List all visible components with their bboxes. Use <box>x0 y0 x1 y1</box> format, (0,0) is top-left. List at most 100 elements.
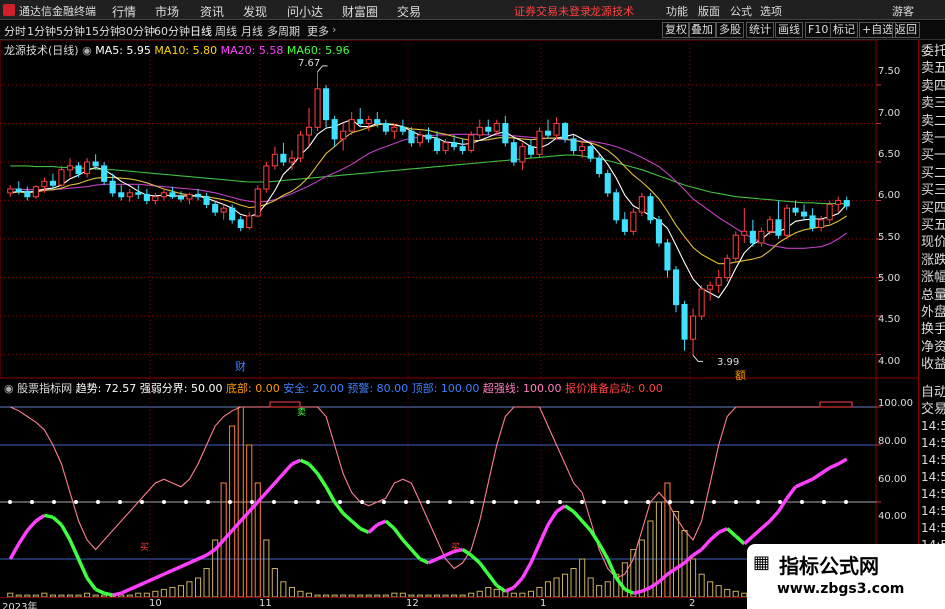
candlestick-series <box>7 71 850 356</box>
candle-body <box>84 161 91 175</box>
overbought-line <box>10 406 847 579</box>
trend-line-segment <box>350 519 362 530</box>
event-marker[interactable]: 额 <box>735 367 746 383</box>
candle-body <box>152 196 159 202</box>
period-60min[interactable]: 60分钟 <box>154 23 190 39</box>
sidebar-label: 卖二 <box>921 113 945 129</box>
midline-dot <box>492 500 496 504</box>
ma60-label: MA60: 5.96 <box>286 44 350 57</box>
btn-f10[interactable]: F10 <box>805 22 832 38</box>
tool-function[interactable]: 功能 <box>666 3 688 19</box>
btn-stats[interactable]: 统计 <box>746 22 774 38</box>
btn-overlay[interactable]: 叠加 <box>688 22 716 38</box>
period-daily[interactable]: 日线 <box>190 23 212 39</box>
menu-ask[interactable]: 问小达 <box>287 3 323 20</box>
candle-body <box>195 193 202 198</box>
indicator-volume-bar <box>160 588 167 597</box>
trend-line-segment <box>743 534 755 546</box>
trend-line-segment <box>734 534 746 546</box>
menu-fortune[interactable]: 财富圈 <box>342 3 378 20</box>
stock-period-label[interactable]: 龙源技术(日线) <box>4 44 79 57</box>
trend-line-segment <box>760 519 772 530</box>
trend-line-segment <box>180 561 191 569</box>
period-timeshare[interactable]: 分时 <box>4 23 26 39</box>
chart-area[interactable] <box>0 40 918 597</box>
candle-body <box>246 215 253 228</box>
indicator-volume-bar <box>263 539 270 597</box>
btn-multi-stock[interactable]: 多股 <box>716 22 744 38</box>
period-more[interactable]: 更多 <box>307 23 329 39</box>
sidebar-label: 卖五 <box>921 61 945 77</box>
candle-body <box>32 186 39 198</box>
candle-body <box>468 134 475 151</box>
guest-label[interactable]: 游客 <box>892 3 914 19</box>
candle-body <box>621 219 628 232</box>
btn-draw[interactable]: 画线 <box>775 22 803 38</box>
trend-line-segment <box>129 584 140 591</box>
period-1min[interactable]: 1分钟 <box>27 23 56 39</box>
btn-adjust[interactable]: 复权 <box>662 22 690 38</box>
tool-options[interactable]: 选项 <box>760 3 782 19</box>
candle-body <box>459 146 466 151</box>
title-bar: 通达信金融终端 行情 市场 资讯 发现 问小达 财富圈 交易 证券交易未登录 龙… <box>0 0 945 20</box>
midline-dot <box>800 500 804 504</box>
trend-line-segment <box>273 472 285 485</box>
indicator-name[interactable]: 股票指标网 <box>17 382 72 395</box>
trend-line-segment <box>666 567 677 576</box>
period-weekly[interactable]: 周线 <box>215 23 237 39</box>
menu-discover[interactable]: 发现 <box>243 3 267 20</box>
candle-body <box>135 192 142 195</box>
btn-back[interactable]: 返回 <box>892 22 920 38</box>
indicator-legend: ◉ 股票指标网 趋势: 72.57 强弱分界: 50.00 底部: 0.00 安… <box>4 380 663 396</box>
indicator-midline-dots <box>8 401 853 504</box>
trend-line-segment <box>239 510 251 523</box>
ma10-label: MA10: 5.80 <box>154 44 218 57</box>
trend-line-segment <box>163 568 174 576</box>
period-15min[interactable]: 15分钟 <box>85 23 121 39</box>
midline-dot <box>602 500 606 504</box>
period-multi[interactable]: 多周期 <box>267 23 300 39</box>
candle-body <box>741 230 748 236</box>
candle-body <box>647 196 654 221</box>
period-monthly[interactable]: 月线 <box>241 23 263 39</box>
login-notice[interactable]: 证券交易未登录 <box>514 3 591 19</box>
tool-formula[interactable]: 公式 <box>730 3 752 19</box>
trend-line-segment <box>520 561 533 579</box>
midline-dot <box>822 500 826 504</box>
menu-market[interactable]: 市场 <box>155 3 179 20</box>
price-tick-600: 6.00 <box>878 190 901 201</box>
sidebar-label: 外盘 <box>921 305 945 320</box>
finance-marker[interactable]: 财 <box>235 358 246 374</box>
menu-quotes[interactable]: 行情 <box>112 3 136 20</box>
period-30min[interactable]: 30分钟 <box>119 23 155 39</box>
btn-add-favorite[interactable]: +自选 <box>859 22 897 38</box>
candle-body <box>579 146 586 151</box>
more-chevron-icon[interactable]: › <box>332 23 336 36</box>
trend-line-segment <box>828 462 839 470</box>
tool-layout[interactable]: 版面 <box>698 3 720 19</box>
indicator-volume-bar <box>536 587 543 597</box>
candle-body <box>254 188 261 217</box>
candle-body <box>843 200 850 207</box>
indicator-volume-bar <box>579 558 586 597</box>
period-5min[interactable]: 5分钟 <box>56 23 85 39</box>
candle-body <box>801 211 808 217</box>
sidebar-label: 卖三 <box>921 96 945 112</box>
menu-trade[interactable]: 交易 <box>397 3 421 20</box>
candle-body <box>67 165 74 171</box>
bottom-value: 底部: 0.00 <box>226 382 280 395</box>
candle-body <box>169 192 176 198</box>
trend-line-segment <box>811 472 823 481</box>
top-band-marker <box>819 401 853 408</box>
price-tick-750: 7.50 <box>878 66 901 77</box>
indicator-volume-bar <box>553 577 560 597</box>
btn-mark[interactable]: 标记 <box>830 22 858 38</box>
trend-line-segment <box>837 457 848 466</box>
trend-value: 趋势: 72.57 <box>75 382 137 395</box>
indicator-volume-bar <box>698 573 705 597</box>
menu-news[interactable]: 资讯 <box>200 3 224 20</box>
trend-line-segment <box>546 510 559 526</box>
trend-line-segment <box>112 591 122 597</box>
candle-body <box>476 126 483 136</box>
candle-body <box>58 169 65 186</box>
